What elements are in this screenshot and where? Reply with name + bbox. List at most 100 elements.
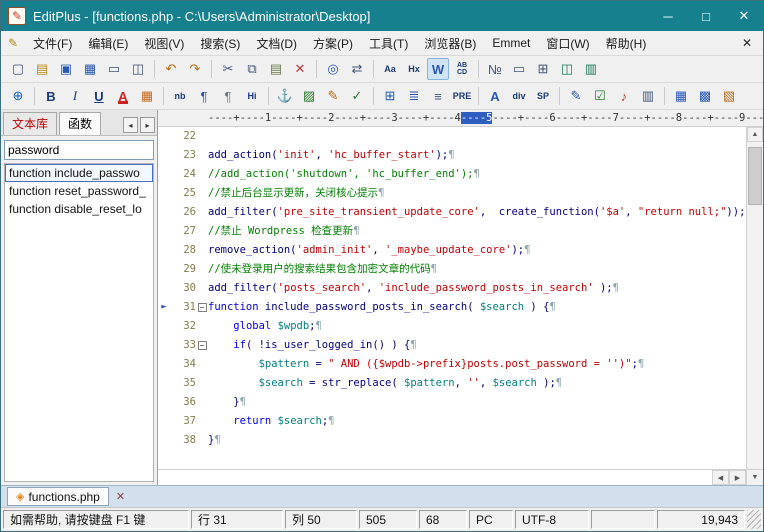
close-button[interactable]: ✕ bbox=[725, 1, 763, 31]
cut-icon[interactable]: ✂ bbox=[217, 58, 239, 80]
maximize-button[interactable]: □ bbox=[687, 1, 725, 31]
fullscreen-icon[interactable]: ⊞ bbox=[532, 58, 554, 80]
scroll-up-icon[interactable]: ▲ bbox=[747, 127, 763, 142]
pilcrow-icon[interactable]: ¶ bbox=[193, 85, 215, 107]
code-line[interactable]: 37 return $search;¶ bbox=[158, 412, 746, 431]
sidebar-tab-next-button[interactable]: ▸ bbox=[140, 117, 155, 133]
code-line[interactable]: 30add_filter('posts_search', 'include_pa… bbox=[158, 279, 746, 298]
code-line[interactable]: 24//add_action('shutdown', 'hc_buffer_en… bbox=[158, 165, 746, 184]
document-tab-functions-php[interactable]: ◈ functions.php bbox=[7, 487, 109, 506]
code-line[interactable]: 28remove_action('admin_init', '_maybe_up… bbox=[158, 241, 746, 260]
tab-close-icon[interactable]: ✕ bbox=[116, 490, 125, 503]
menu-item-1[interactable]: 编辑(E) bbox=[80, 31, 136, 55]
image-icon[interactable]: ▨ bbox=[298, 85, 320, 107]
nbsp-icon[interactable]: nb bbox=[169, 85, 191, 107]
fold-toggle-icon[interactable]: − bbox=[198, 341, 207, 350]
horizontal-scroll-track[interactable] bbox=[158, 470, 712, 485]
menu-item-4[interactable]: 文档(D) bbox=[248, 31, 305, 55]
hex-view-icon[interactable]: Hx bbox=[403, 58, 425, 80]
code-line[interactable]: 35 $search = str_replace( $pattern, '', … bbox=[158, 374, 746, 393]
code-line[interactable]: 22 bbox=[158, 127, 746, 146]
save-icon[interactable]: ▣ bbox=[55, 58, 77, 80]
menu-item-9[interactable]: 窗口(W) bbox=[538, 31, 597, 55]
sidebar-tab-cliptext[interactable]: 文本库 bbox=[3, 112, 57, 135]
heading-tag-icon[interactable]: Hi bbox=[241, 85, 263, 107]
edit-pencil-icon[interactable]: ✎ bbox=[322, 85, 344, 107]
function-list-item[interactable]: function reset_password_ bbox=[5, 182, 153, 200]
replace-icon[interactable]: ⇄ bbox=[346, 58, 368, 80]
vertical-scroll-track[interactable] bbox=[747, 142, 763, 469]
text-case-icon[interactable]: Aa bbox=[379, 58, 401, 80]
anchor-tag-icon[interactable]: A bbox=[484, 85, 506, 107]
soft-wrap-icon[interactable]: AB CD bbox=[451, 58, 473, 80]
split-window-icon[interactable]: ◫ bbox=[556, 58, 578, 80]
align-icon[interactable]: ≡ bbox=[427, 85, 449, 107]
span-tag-icon[interactable]: SP bbox=[532, 85, 554, 107]
scroll-left-icon[interactable]: ◀ bbox=[712, 470, 729, 485]
underline-icon[interactable]: U bbox=[88, 85, 110, 107]
print-preview-icon[interactable]: ◫ bbox=[127, 58, 149, 80]
code-view[interactable]: 2223add_action('init', 'hc_buffer_start'… bbox=[158, 127, 746, 469]
function-search-input[interactable] bbox=[4, 140, 154, 160]
div-tag-icon[interactable]: div bbox=[508, 85, 530, 107]
code-line[interactable]: 26add_filter('pre_site_transient_update_… bbox=[158, 203, 746, 222]
code-line[interactable]: 36 }¶ bbox=[158, 393, 746, 412]
fold-toggle-icon[interactable]: − bbox=[198, 303, 207, 312]
code-line[interactable]: 25//禁止后台显示更新，关闭核心提示¶ bbox=[158, 184, 746, 203]
paste-icon[interactable]: ▤ bbox=[265, 58, 287, 80]
function-list-item[interactable]: function disable_reset_lo bbox=[5, 200, 153, 218]
code-line[interactable]: 34 $pattern = " AND ({$wpdb->prefix}post… bbox=[158, 355, 746, 374]
spellcheck-icon[interactable]: ✓ bbox=[346, 85, 368, 107]
menu-item-2[interactable]: 视图(V) bbox=[136, 31, 192, 55]
table-shaded-icon[interactable]: ▩ bbox=[694, 85, 716, 107]
menu-item-3[interactable]: 搜索(S) bbox=[192, 31, 248, 55]
code-line[interactable]: 33− if( !is_user_logged_in() ) {¶ bbox=[158, 336, 746, 355]
minimize-button[interactable]: ─ bbox=[649, 1, 687, 31]
sidebar-tab-functions[interactable]: 函数 bbox=[59, 112, 101, 135]
color-palette-icon[interactable]: ▦ bbox=[136, 85, 158, 107]
font-color-icon[interactable]: A bbox=[112, 85, 134, 107]
document-close-icon[interactable]: ✕ bbox=[731, 36, 763, 50]
code-line[interactable]: ►31−function include_password_posts_in_s… bbox=[158, 298, 746, 317]
print-icon[interactable]: ▭ bbox=[103, 58, 125, 80]
code-line[interactable]: 38}¶ bbox=[158, 431, 746, 450]
vertical-scroll-thumb[interactable] bbox=[748, 147, 762, 205]
code-line[interactable]: 27//禁止 Wordpress 检查更新¶ bbox=[158, 222, 746, 241]
function-list-item[interactable]: function include_passwo bbox=[5, 164, 153, 182]
copy-icon[interactable]: ⧉ bbox=[241, 58, 263, 80]
scroll-right-icon[interactable]: ▶ bbox=[729, 470, 746, 485]
word-wrap-icon[interactable]: W bbox=[427, 58, 449, 80]
code-line[interactable]: 32 global $wpdb;¶ bbox=[158, 317, 746, 336]
open-folder-icon[interactable]: ▤ bbox=[31, 58, 53, 80]
table-grid-icon[interactable]: ▦ bbox=[670, 85, 692, 107]
menu-item-0[interactable]: 文件(F) bbox=[25, 31, 80, 55]
undo-icon[interactable]: ↶ bbox=[160, 58, 182, 80]
media-icon[interactable]: ▥ bbox=[637, 85, 659, 107]
redo-icon[interactable]: ↷ bbox=[184, 58, 206, 80]
table-icon[interactable]: ⊞ bbox=[379, 85, 401, 107]
invisible-marks-icon[interactable]: ¶ bbox=[217, 85, 239, 107]
new-document-icon[interactable]: ▢ bbox=[7, 58, 29, 80]
save-all-icon[interactable]: ▦ bbox=[79, 58, 101, 80]
line-numbers-icon[interactable]: № bbox=[484, 58, 506, 80]
browser-preview-icon[interactable]: ▥ bbox=[580, 58, 602, 80]
anchor-icon[interactable]: ⚓ bbox=[274, 85, 296, 107]
code-line[interactable]: 29//使未登录用户的搜索结果包含加密文章的代码¶ bbox=[158, 260, 746, 279]
vertical-scrollbar[interactable]: ▲ bbox=[746, 127, 763, 469]
pre-tag-icon[interactable]: PRE bbox=[451, 85, 473, 107]
table-rows-icon[interactable]: ≣ bbox=[403, 85, 425, 107]
menu-item-7[interactable]: 浏览器(B) bbox=[416, 31, 484, 55]
bold-icon[interactable]: B bbox=[40, 85, 62, 107]
italic-icon[interactable]: I bbox=[64, 85, 86, 107]
color-swatch-icon[interactable]: ▧ bbox=[718, 85, 740, 107]
ruler-icon[interactable]: ▭ bbox=[508, 58, 530, 80]
code-line[interactable]: 23add_action('init', 'hc_buffer_start');… bbox=[158, 146, 746, 165]
compose-icon[interactable]: ✎ bbox=[565, 85, 587, 107]
browser-icon[interactable]: ⊕ bbox=[7, 85, 29, 107]
delete-icon[interactable]: ✕ bbox=[289, 58, 311, 80]
sidebar-tab-prev-button[interactable]: ◂ bbox=[123, 117, 138, 133]
find-icon[interactable]: ◎ bbox=[322, 58, 344, 80]
menu-item-10[interactable]: 帮助(H) bbox=[598, 31, 655, 55]
resize-grip[interactable] bbox=[747, 510, 761, 529]
music-icon[interactable]: ♪ bbox=[613, 85, 635, 107]
